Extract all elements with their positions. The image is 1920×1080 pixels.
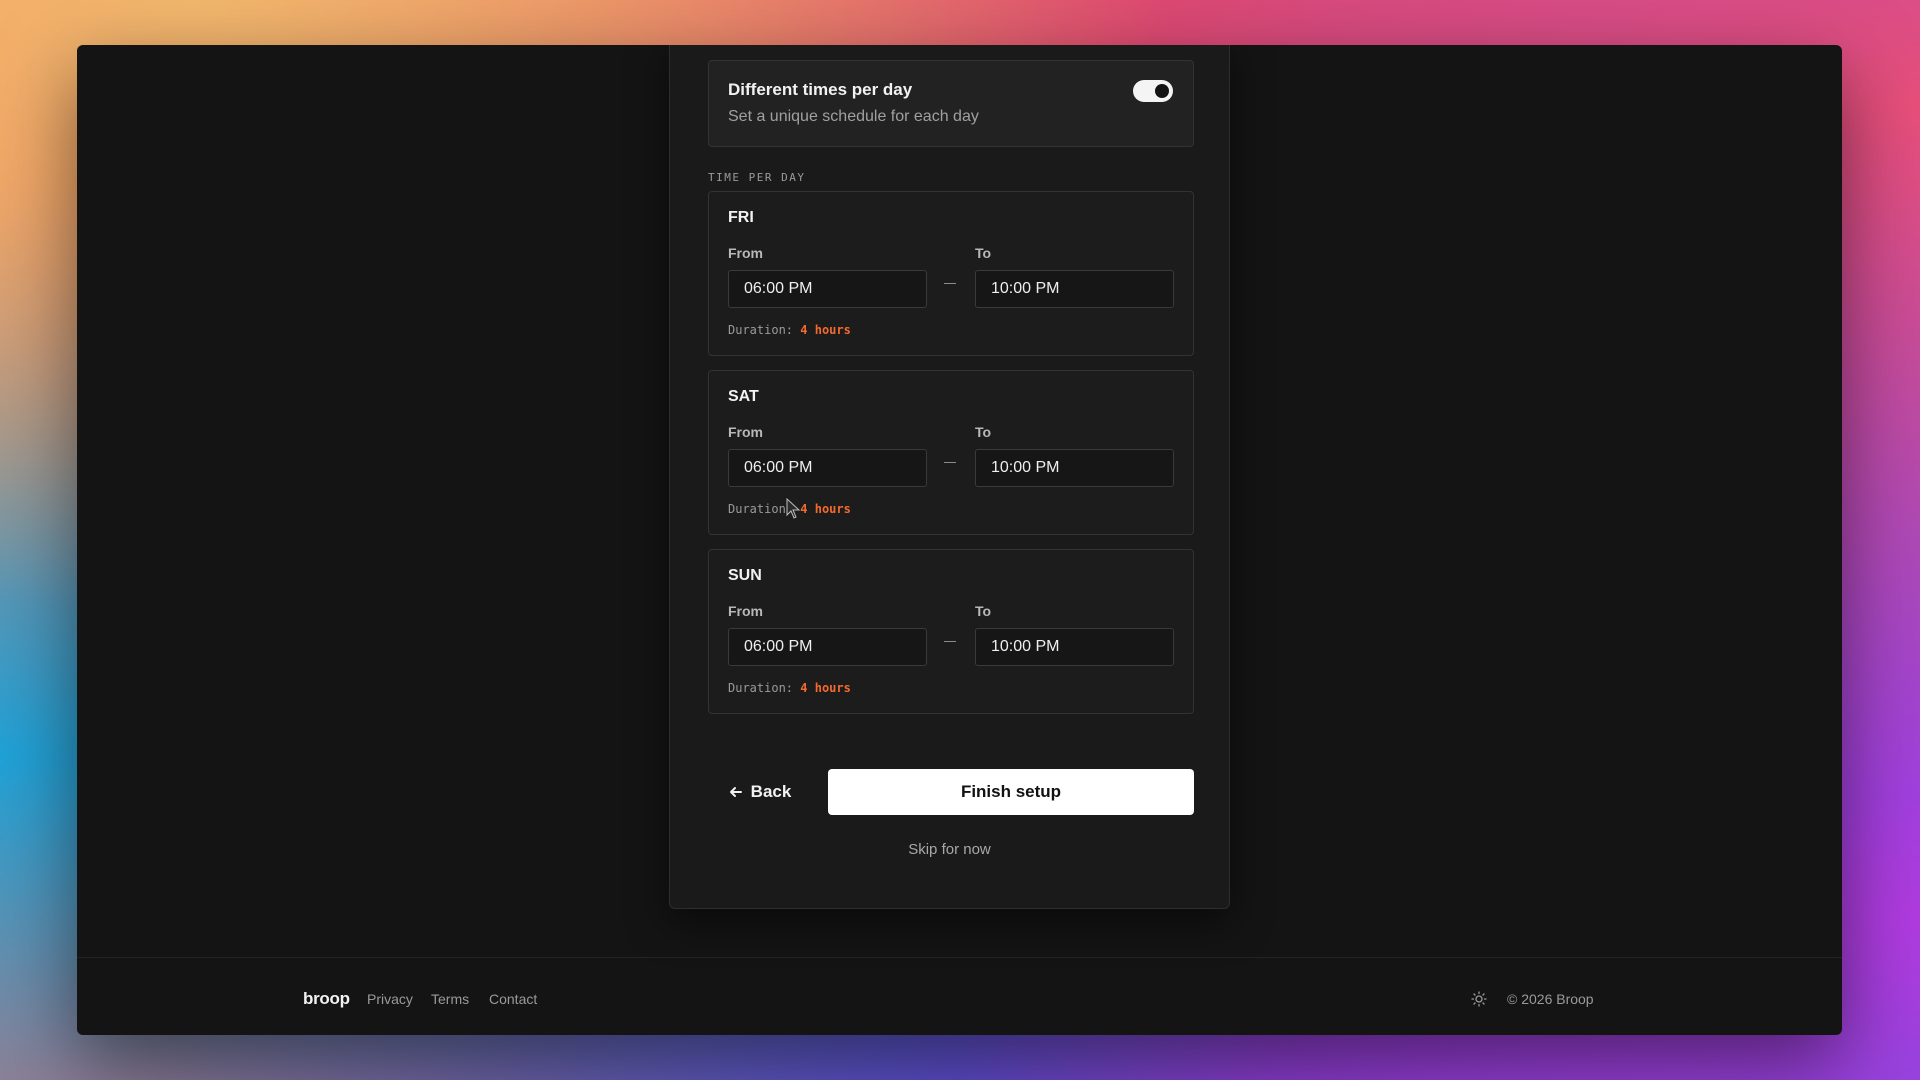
toggle-title: Different times per day	[728, 80, 913, 99]
toggle-subtitle: Set a unique schedule for each day	[728, 108, 979, 125]
footer-logo[interactable]: broop	[303, 989, 350, 1009]
footer-link-privacy[interactable]: Privacy	[367, 991, 413, 1007]
from-label: From	[728, 603, 763, 619]
setup-card: Different times per day Set a unique sch…	[669, 45, 1230, 909]
per-day-toggle-panel: Different times per day Set a unique sch…	[708, 60, 1194, 147]
from-time-input[interactable]: 06:00 PM	[728, 628, 927, 666]
footer: broop Privacy Terms Contact © 2026 Broop	[77, 957, 1842, 1035]
range-separator	[944, 462, 956, 463]
app-window: Different times per day Set a unique sch…	[77, 45, 1842, 1035]
to-label: To	[975, 424, 992, 440]
footer-link-contact[interactable]: Contact	[489, 991, 537, 1007]
duration-value: 4 hours	[800, 681, 851, 695]
day-card-sat: SAT From To 06:00 PM 10:00 PM Duration: …	[708, 370, 1194, 535]
sun-icon[interactable]	[1471, 991, 1487, 1007]
to-time-input[interactable]: 10:00 PM	[975, 270, 1174, 308]
duration-value: 4 hours	[800, 323, 851, 337]
skip-link[interactable]: Skip for now	[670, 841, 1229, 858]
duration-text: Duration: 4 hours	[728, 323, 851, 337]
to-time-input[interactable]: 10:00 PM	[975, 628, 1174, 666]
different-times-toggle[interactable]	[1133, 80, 1173, 102]
back-label: Back	[750, 782, 792, 801]
duration-value: 4 hours	[800, 502, 851, 516]
duration-text: Duration: 4 hours	[728, 681, 851, 695]
from-time-input[interactable]: 06:00 PM	[728, 449, 927, 487]
duration-label: Duration:	[728, 323, 794, 337]
section-label: TIME PER DAY	[708, 171, 806, 184]
day-card-fri: FRI From To 06:00 PM 10:00 PM Duration: …	[708, 191, 1194, 356]
copyright: © 2026 Broop	[1507, 991, 1594, 1007]
to-label: To	[975, 245, 992, 261]
range-separator	[944, 283, 956, 284]
day-card-sun: SUN From To 06:00 PM 10:00 PM Duration: …	[708, 549, 1194, 714]
duration-label: Duration:	[728, 681, 794, 695]
to-label: To	[975, 603, 992, 619]
duration-label: Duration:	[728, 502, 794, 516]
day-name: SAT	[728, 388, 759, 405]
from-time-input[interactable]: 06:00 PM	[728, 270, 927, 308]
mouse-cursor-icon	[786, 498, 801, 519]
arrow-left-icon	[729, 787, 742, 797]
back-button[interactable]: Back	[708, 769, 812, 815]
from-label: From	[728, 245, 763, 261]
footer-link-terms[interactable]: Terms	[431, 991, 469, 1007]
finish-setup-button[interactable]: Finish setup	[828, 769, 1194, 815]
toggle-knob	[1155, 84, 1169, 98]
range-separator	[944, 641, 956, 642]
to-time-input[interactable]: 10:00 PM	[975, 449, 1174, 487]
from-label: From	[728, 424, 763, 440]
day-name: FRI	[728, 209, 754, 226]
day-name: SUN	[728, 567, 762, 584]
